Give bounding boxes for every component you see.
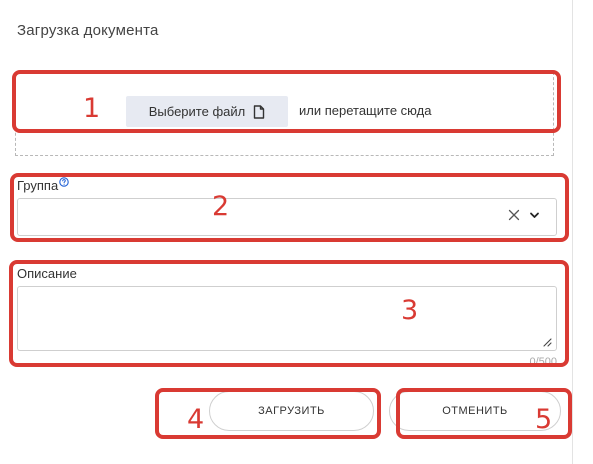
char-counter: 0/500 (529, 356, 557, 368)
cancel-button-label: ОТМЕНИТЬ (442, 405, 508, 417)
annotation-number-4: 4 (187, 404, 205, 435)
resize-handle-icon[interactable] (542, 337, 552, 347)
choose-file-button[interactable]: Выберите файл (126, 96, 288, 127)
cancel-button[interactable]: ОТМЕНИТЬ (389, 391, 561, 431)
help-icon[interactable] (59, 177, 69, 187)
group-label: Группа (17, 177, 69, 193)
group-select[interactable] (17, 198, 557, 236)
group-label-text: Группа (17, 178, 59, 193)
file-icon (254, 104, 265, 119)
dialog-edge (572, 0, 573, 464)
description-textarea[interactable] (17, 286, 557, 351)
choose-file-label: Выберите файл (148, 104, 246, 119)
chevron-down-icon[interactable] (529, 211, 540, 220)
upload-button-label: ЗАГРУЗИТЬ (258, 405, 325, 417)
dialog-title: Загрузка документа (17, 22, 159, 39)
description-label: Описание (17, 266, 77, 281)
drop-hint: или перетащите сюда (299, 103, 432, 118)
clear-icon[interactable] (508, 209, 520, 221)
upload-button[interactable]: ЗАГРУЗИТЬ (209, 391, 374, 431)
